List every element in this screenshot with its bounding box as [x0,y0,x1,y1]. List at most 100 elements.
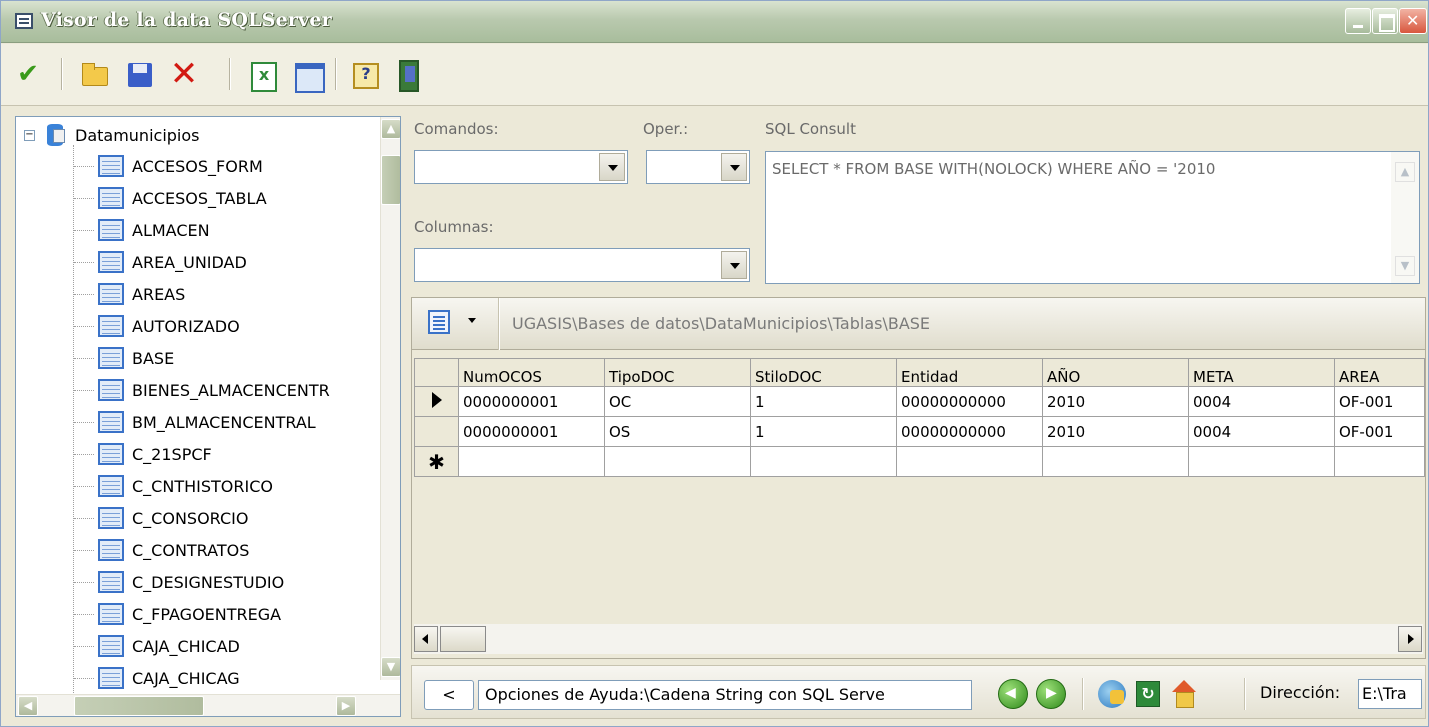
refresh-icon[interactable]: ↻ [1136,681,1160,707]
chevron-down-icon[interactable] [721,153,747,181]
table-cell[interactable]: 1 [750,386,897,417]
tree-item[interactable]: C_CONSORCIO [74,503,248,533]
row-header[interactable]: ✱ [414,446,459,477]
tree-item[interactable]: C_CONTRATOS [74,535,249,565]
table-cell[interactable]: 0004 [1188,386,1335,417]
tree-item[interactable]: BASE [74,343,174,373]
tree-item[interactable]: ACCESOS_FORM [74,151,263,181]
table-cell[interactable]: 0004 [1188,416,1335,447]
column-header[interactable]: NumOCOS [458,358,605,387]
sql-scrollbar[interactable]: ▲ ▼ [1391,152,1419,283]
table-cell[interactable]: OC [604,386,751,417]
table-cell[interactable] [750,446,897,477]
title-bar[interactable]: Visor de la data SQLServer [1,1,1428,43]
grid-menu-icon[interactable] [428,310,450,334]
delete-icon[interactable]: ✕ [169,57,199,91]
table-cell[interactable]: 2010 [1042,386,1189,417]
scroll-right-button[interactable]: ▶ [336,696,356,716]
tree-item[interactable]: CAJA_CHICAG [74,663,240,693]
column-header[interactable]: META [1188,358,1335,387]
row-header[interactable] [414,416,459,447]
tree-item[interactable]: C_FPAGOENTREGA [74,599,281,629]
table-cell[interactable]: 0000000001 [458,416,605,447]
table-cell[interactable] [458,446,605,477]
table-row[interactable]: 0000000001 OC 1 00000000000 2010 0004 OF-001 [414,386,1425,417]
back-button[interactable]: < [424,680,474,710]
collapse-toggle-icon[interactable]: − [24,129,35,141]
check-icon[interactable]: ✔ [13,58,43,90]
column-header[interactable]: StiloDOC [750,358,897,387]
close-button[interactable] [1399,8,1427,34]
scroll-right-button[interactable] [1398,626,1422,652]
column-header[interactable]: Entidad [896,358,1043,387]
column-header[interactable]: AÑO [1042,358,1189,387]
tree-item[interactable]: C_DESIGNESTUDIO [74,567,284,597]
save-icon[interactable] [125,58,155,90]
table-cell[interactable] [1334,446,1425,477]
sql-query-textarea[interactable]: SELECT * FROM BASE WITH(NOLOCK) WHERE AÑ… [765,151,1420,284]
table-cell[interactable] [1188,446,1335,477]
minimize-button[interactable] [1345,8,1371,34]
scroll-thumb[interactable] [74,696,204,716]
globe-icon[interactable] [1098,680,1126,708]
scroll-left-button[interactable]: ◀ [18,696,38,716]
arrow-left-icon[interactable] [998,679,1028,709]
tree-root-node[interactable]: − Datamunicipios [24,123,199,147]
tree-horizontal-scrollbar[interactable]: ◀ ▶ [16,694,400,716]
table-cell[interactable]: 1 [750,416,897,447]
new-row[interactable]: ✱ [414,446,1425,477]
scroll-left-button[interactable] [414,626,438,652]
table-cell[interactable]: 0000000001 [458,386,605,417]
excel-export-icon[interactable] [247,58,277,92]
table-cell[interactable]: 00000000000 [896,386,1043,417]
row-header[interactable] [414,386,459,417]
table-cell[interactable] [1042,446,1189,477]
tree-item[interactable]: ACCESOS_TABLA [74,183,267,213]
grid-corner-cell[interactable] [414,358,459,387]
scroll-thumb[interactable] [440,626,486,652]
tree-item[interactable]: AREAS [74,279,185,309]
tree-item[interactable]: ALMACEN [74,215,210,245]
comandos-combo[interactable] [414,150,628,184]
address-field[interactable]: E:\Tra [1358,679,1422,709]
scroll-up-button[interactable]: ▲ [1395,162,1415,182]
scroll-thumb[interactable] [381,155,400,205]
table-cell[interactable]: OS [604,416,751,447]
dropdown-arrow-icon[interactable] [468,318,476,323]
table-cell[interactable] [604,446,751,477]
table-cell[interactable]: OF-001 [1334,416,1425,447]
grid-view-icon[interactable] [293,58,325,93]
tree-item[interactable]: BM_ALMACENCENTRAL [74,407,316,437]
open-folder-icon[interactable] [79,58,109,90]
scroll-up-button[interactable]: ▲ [381,119,400,139]
tree-item[interactable]: AREA_UNIDAD [74,247,247,277]
tree-item[interactable]: C_21SPCF [74,439,212,469]
table-cell[interactable] [896,446,1043,477]
table-row[interactable]: 0000000001 OS 1 00000000000 2010 0004 OF-001 [414,416,1425,447]
tree-item[interactable]: CAJA_CHICAD [74,631,240,661]
tree-item[interactable]: BIENES_ALMACENCENTR [74,375,330,405]
table-cell[interactable]: 00000000000 [896,416,1043,447]
data-grid[interactable]: NumOCOS TipoDOC StiloDOC Entidad AÑO META AREA… [414,358,1425,477]
arrow-right-icon[interactable] [1036,679,1066,709]
tree-item[interactable]: AUTORIZADO [74,311,240,341]
table-cell[interactable]: OF-001 [1334,386,1425,417]
database-tree[interactable]: − Datamunicipios ACCESOS_FORM ACCESOS_TAB… [15,116,401,717]
column-header[interactable]: AREA [1334,358,1425,387]
column-header[interactable]: TipoDOC [604,358,751,387]
tree-vertical-scrollbar[interactable]: ▲ ▼ [380,117,400,680]
chevron-down-icon[interactable] [721,251,747,279]
oper-combo[interactable] [646,150,750,184]
chevron-down-icon[interactable] [599,153,625,181]
scroll-down-button[interactable]: ▼ [381,657,400,677]
tree-item[interactable]: C_CNTHISTORICO [74,471,273,501]
help-path-field[interactable]: Opciones de Ayuda:\Cadena String con SQL… [478,680,972,710]
exit-icon[interactable] [393,58,423,92]
home-icon[interactable] [1170,678,1198,708]
scroll-down-button[interactable]: ▼ [1395,256,1415,276]
help-icon[interactable] [349,58,379,90]
grid-horizontal-scrollbar[interactable] [414,624,1423,654]
table-cell[interactable]: 2010 [1042,416,1189,447]
maximize-button[interactable] [1372,8,1398,34]
columnas-combo[interactable] [414,248,750,282]
